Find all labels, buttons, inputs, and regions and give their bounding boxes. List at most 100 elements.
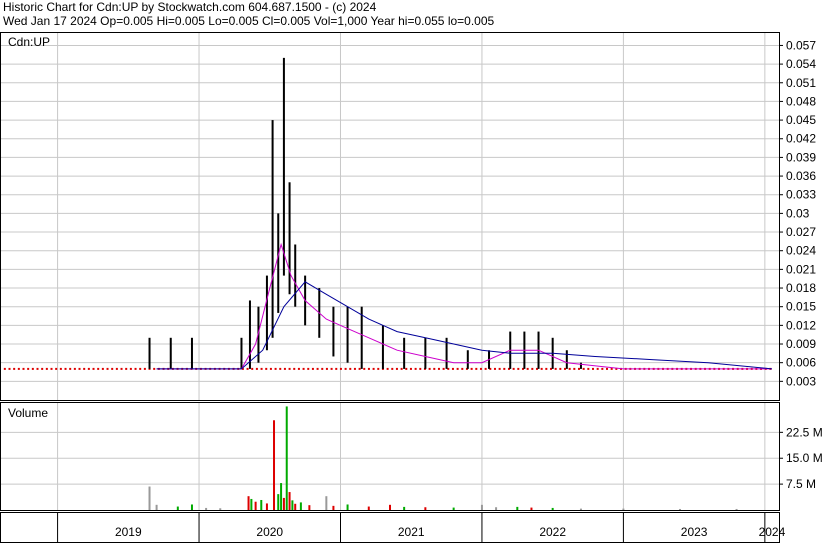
baseline-dot xyxy=(302,367,305,370)
baseline-dot xyxy=(540,367,543,370)
baseline-dot xyxy=(386,367,389,370)
price-bar xyxy=(424,337,427,369)
baseline-dot xyxy=(27,367,30,370)
baseline-dot xyxy=(601,367,604,370)
baseline-dot xyxy=(526,367,529,370)
price-tick-label: 0.051 xyxy=(786,76,816,90)
baseline-dot xyxy=(283,367,286,370)
baseline-dot xyxy=(437,367,440,370)
price-bar xyxy=(169,337,172,369)
baseline-dot xyxy=(391,367,394,370)
baseline-dot xyxy=(339,367,342,370)
baseline-dot xyxy=(428,367,431,370)
price-tick-label: 0.039 xyxy=(786,150,816,164)
x-tick-label: 2022 xyxy=(539,525,566,539)
price-panel: 0.057 0.054 0.051 0.048 0.045 0.042 0.039 0.036… xyxy=(0,32,816,401)
price-tick-label: 0.012 xyxy=(786,318,816,332)
baseline-dot xyxy=(577,367,580,370)
baseline-dot xyxy=(101,367,104,370)
volume-bar xyxy=(346,504,349,510)
price-tick-label: 0.03 xyxy=(786,206,810,220)
baseline-dot xyxy=(377,367,380,370)
baseline-dot xyxy=(395,367,398,370)
x-axis: 2019 2020 2021 2022 2023 2024 xyxy=(0,512,786,543)
baseline-dot xyxy=(587,367,590,370)
volume-bar xyxy=(332,505,335,510)
price-tick-label: 0.036 xyxy=(786,169,816,183)
baseline-dot xyxy=(330,367,333,370)
volume-bar xyxy=(735,508,738,510)
volume-panel-frame xyxy=(0,402,780,511)
price-tick-label: 0.033 xyxy=(786,188,816,202)
volume-bar xyxy=(254,501,257,510)
baseline-dot xyxy=(246,367,249,370)
baseline-dot xyxy=(3,367,6,370)
baseline-dot xyxy=(606,367,609,370)
baseline-dot xyxy=(363,367,366,370)
baseline-dot xyxy=(344,367,347,370)
baseline-dot xyxy=(512,367,515,370)
baseline-dot xyxy=(582,367,585,370)
baseline-dot xyxy=(59,367,62,370)
price-bar xyxy=(403,337,406,369)
baseline-dot xyxy=(78,367,81,370)
price-bar xyxy=(240,337,243,369)
volume-bar xyxy=(452,507,455,510)
volume-bar xyxy=(495,507,498,510)
price-bar xyxy=(332,306,335,357)
volume-bar xyxy=(273,420,276,510)
volume-bar xyxy=(148,486,151,510)
volume-panel: 22.5 M 15.0 M 7.5 M Volume xyxy=(0,402,823,511)
price-bar xyxy=(277,213,280,313)
price-bar xyxy=(148,337,151,369)
baseline-dot xyxy=(610,367,613,370)
volume-bar xyxy=(403,506,406,510)
x-tick-label: 2021 xyxy=(398,525,425,539)
volume-bar xyxy=(205,507,208,510)
price-tick-label: 0.042 xyxy=(786,132,816,146)
baseline-dot xyxy=(255,367,258,370)
price-tick-label: 0.018 xyxy=(786,281,816,295)
baseline-dot xyxy=(41,367,44,370)
volume-bar xyxy=(219,508,222,510)
baseline-dot xyxy=(92,367,95,370)
baseline-dot xyxy=(461,367,464,370)
baseline-dot xyxy=(125,367,128,370)
baseline-dot xyxy=(405,367,408,370)
volume-bar xyxy=(294,503,297,510)
baseline-dot xyxy=(479,367,482,370)
baseline-dot xyxy=(596,367,599,370)
volume-bar xyxy=(155,504,158,510)
price-bar xyxy=(466,350,469,369)
volume-bar xyxy=(424,507,427,510)
volume-bar xyxy=(299,502,302,510)
baseline-dot xyxy=(297,367,300,370)
baseline-dot xyxy=(260,367,263,370)
volume-tick-label: 22.5 M xyxy=(786,425,823,439)
baseline-dot xyxy=(73,367,76,370)
volume-bar xyxy=(325,496,328,510)
baseline-dot xyxy=(573,367,576,370)
baseline-dot xyxy=(517,367,520,370)
baseline-dot xyxy=(559,367,562,370)
baseline-dot xyxy=(97,367,100,370)
volume-bar xyxy=(247,496,250,510)
baseline-dot xyxy=(251,367,254,370)
baseline-dot xyxy=(31,367,34,370)
volume-bar xyxy=(367,506,370,510)
volume-bar xyxy=(622,508,625,510)
baseline-dot xyxy=(288,367,291,370)
volume-bar xyxy=(277,494,280,510)
x-tick-label: 2023 xyxy=(681,525,708,539)
baseline-dot xyxy=(545,367,548,370)
price-bar xyxy=(248,300,251,369)
baseline-dot xyxy=(50,367,53,370)
baseline-dot xyxy=(279,367,282,370)
price-tick-label: 0.021 xyxy=(786,262,816,276)
price-tick-label: 0.015 xyxy=(786,300,816,314)
price-bar xyxy=(381,325,384,369)
baseline-dot xyxy=(269,367,272,370)
baseline-dot xyxy=(568,367,571,370)
baseline-dot xyxy=(554,367,557,370)
volume-bar xyxy=(291,500,294,510)
